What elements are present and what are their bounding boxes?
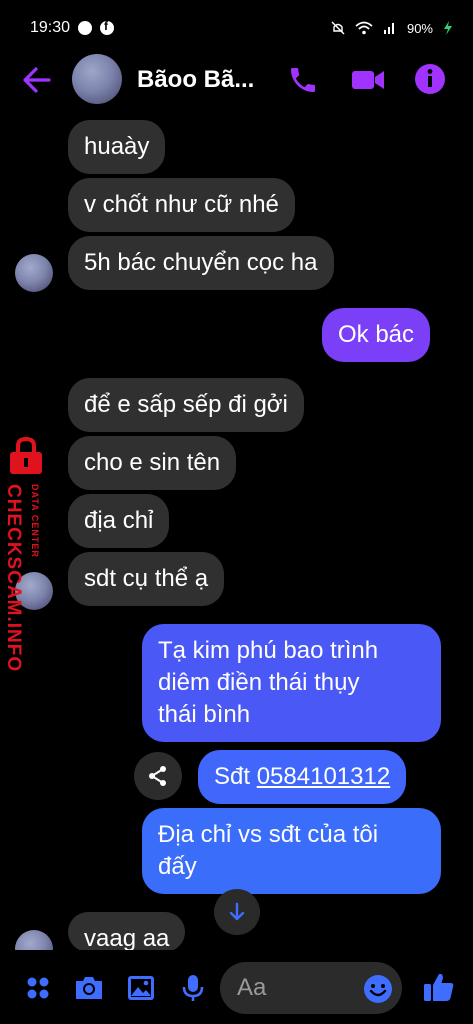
contact-avatar[interactable]	[72, 54, 122, 104]
signal-icon	[383, 23, 394, 34]
outgoing-message[interactable]: Sđt 0584101312	[198, 750, 407, 804]
incoming-message[interactable]: v chốt như cữ nhé	[68, 178, 295, 232]
video-camera-icon[interactable]	[350, 64, 386, 96]
message-line: Tạ kim phú bao trình	[158, 637, 379, 664]
status-time: 19:30	[30, 19, 71, 36]
message-line: Địa chỉ vs sđt của tôi	[158, 821, 379, 848]
incoming-message[interactable]: vaag aa	[68, 912, 186, 952]
status-bar: 19:30 90%	[0, 0, 473, 56]
conversation-header: Bãoo Bã...	[0, 52, 473, 108]
incoming-message[interactable]: cho e sin tên	[68, 436, 237, 490]
charging-icon	[444, 21, 452, 35]
incoming-message[interactable]: để e sấp sếp đi gởi	[68, 378, 304, 432]
message-line: đấy	[158, 853, 197, 880]
message-line: thái bình	[158, 701, 251, 728]
mute-icon	[331, 21, 345, 35]
composer-bar	[0, 950, 473, 1024]
outgoing-message[interactable]: Ok bác	[322, 308, 431, 362]
emoji-icon[interactable]	[363, 974, 393, 1004]
info-icon[interactable]	[413, 62, 447, 96]
watermark: CHECKSCAM.INFO DATA CENTER	[0, 436, 50, 672]
microphone-icon[interactable]	[177, 972, 209, 1004]
sender-avatar[interactable]	[15, 254, 53, 292]
message-text: Sđt	[214, 763, 257, 790]
outgoing-message[interactable]: Tạ kim phú bao trình diêm điền thái thụy…	[142, 624, 441, 742]
share-icon	[149, 766, 166, 786]
battery-percent: 90%	[406, 20, 433, 36]
watermark-subtitle: DATA CENTER	[30, 484, 40, 558]
phone-number-link[interactable]: 0584101312	[257, 763, 390, 790]
camera-icon[interactable]	[73, 972, 105, 1004]
wifi-icon	[355, 21, 373, 35]
like-icon[interactable]	[422, 970, 456, 1004]
incoming-message[interactable]: sdt cụ thể ạ	[68, 552, 225, 606]
lock-icon	[10, 436, 42, 474]
menu-dots-icon[interactable]	[22, 972, 54, 1004]
image-icon[interactable]	[125, 972, 157, 1004]
phone-icon[interactable]	[287, 64, 319, 96]
contact-name[interactable]: Bãoo Bã...	[137, 66, 254, 94]
incoming-message[interactable]: địa chỉ	[68, 494, 170, 548]
watermark-brand: CHECKSCAM.INFO	[3, 484, 24, 673]
arrow-down-icon	[229, 902, 245, 921]
status-indicators: 90%	[331, 21, 453, 36]
message-line: diêm điền thái thụy	[158, 669, 360, 696]
outgoing-message[interactable]: Địa chỉ vs sđt của tôi đấy	[142, 808, 441, 894]
share-button[interactable]	[134, 752, 182, 800]
facebook-notification-icon	[100, 19, 115, 35]
incoming-message[interactable]: 5h bác chuyển cọc ha	[68, 236, 334, 290]
back-arrow-icon[interactable]	[22, 66, 52, 94]
scroll-to-bottom-button[interactable]	[214, 889, 260, 935]
messenger-notification-icon	[78, 21, 93, 35]
incoming-message[interactable]: huaày	[68, 120, 166, 174]
